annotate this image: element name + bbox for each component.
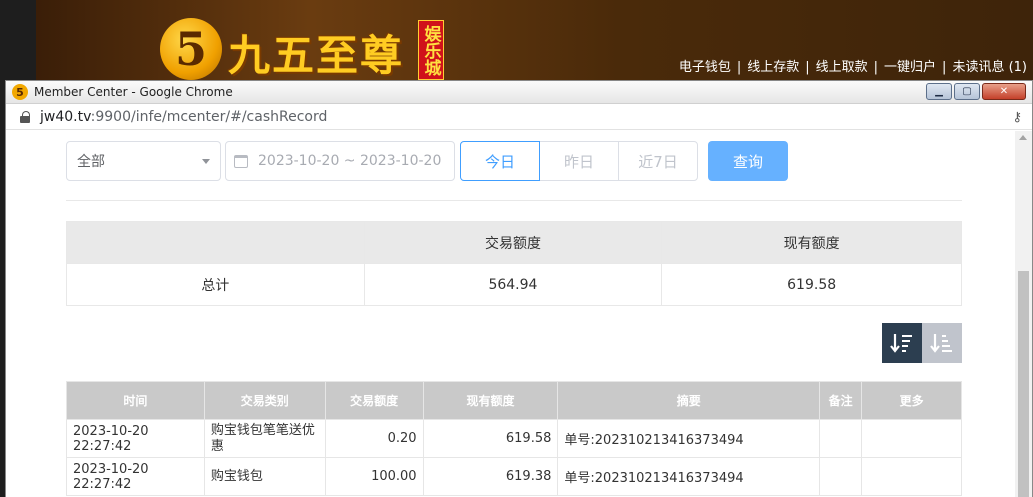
row-summary: 单号:202310213416373494	[557, 419, 821, 458]
site-logo-badge: 娱乐城	[418, 20, 444, 80]
site-header: 5 九五至尊 娱乐城 电子钱包 | 线上存款 | 线上取款 | 一键归户 | 未读讯息 (1)	[0, 0, 1033, 497]
summary-total-label: 总计	[66, 263, 365, 306]
row-more[interactable]	[861, 457, 962, 496]
row-balance: 619.38	[422, 457, 559, 496]
table-row: 2023-10-20 22:27:42 购宝钱包笔笔送优惠 0.20 619.5…	[66, 419, 962, 458]
chrome-window: 5 Member Center - Google Chrome ▁ ▢ ✕ jw…	[5, 80, 1033, 497]
range-7days-button[interactable]: 近7日	[618, 141, 698, 181]
col-amount: 交易额度	[324, 381, 424, 420]
summary-current-amount: 619.58	[661, 263, 962, 306]
vertical-scrollbar[interactable]	[1015, 131, 1032, 497]
maximize-icon[interactable]: ▢	[954, 83, 980, 100]
nav-one-click[interactable]: 一键归户	[884, 60, 936, 75]
row-type: 购宝钱包笔笔送优惠	[203, 419, 326, 458]
chevron-down-icon	[202, 159, 210, 164]
nav-wallet[interactable]: 电子钱包	[679, 60, 731, 75]
page-viewport: 全部 2023-10-20 ~ 2023-10-20 今日 昨日 近7日 查询 …	[6, 131, 1016, 497]
type-select[interactable]: 全部	[66, 141, 221, 181]
lock-icon[interactable]	[20, 110, 30, 123]
date-range-input[interactable]: 2023-10-20 ~ 2023-10-20	[225, 141, 455, 181]
summary-header-trade: 交易额度	[363, 221, 663, 264]
favicon-icon: 5	[12, 84, 28, 100]
calendar-icon	[234, 154, 248, 168]
site-logo-text: 九五至尊	[228, 31, 405, 80]
range-today-button[interactable]: 今日	[460, 141, 540, 181]
range-yesterday-button[interactable]: 昨日	[539, 141, 619, 181]
col-more: 更多	[861, 381, 962, 420]
filter-row: 全部 2023-10-20 ~ 2023-10-20 今日 昨日 近7日 查询	[66, 141, 788, 181]
summary-table: 交易额度 现有额度 总计 564.94 619.58	[66, 221, 962, 306]
window-title: Member Center - Google Chrome	[34, 85, 233, 99]
sort-ascending-icon[interactable]	[922, 323, 962, 363]
summary-header-current: 现有额度	[661, 221, 962, 264]
row-time: 2023-10-20 22:27:42	[66, 457, 205, 496]
row-balance: 619.58	[422, 419, 559, 458]
summary-header-blank	[66, 221, 365, 264]
scroll-up-icon[interactable]	[1019, 135, 1027, 140]
close-icon[interactable]: ✕	[982, 83, 1026, 100]
sort-descending-icon[interactable]	[882, 323, 922, 363]
minimize-icon[interactable]: ▁	[926, 83, 952, 100]
site-logo-icon: 5	[160, 18, 222, 80]
quick-range-group: 今日 昨日 近7日	[460, 141, 698, 181]
summary-trade-amount: 564.94	[363, 263, 663, 306]
query-button[interactable]: 查询	[708, 141, 788, 181]
key-icon[interactable]: ⚷	[1012, 110, 1022, 125]
nav-unread-messages[interactable]: 未读讯息 (1)	[952, 60, 1027, 75]
col-type: 交易类别	[203, 381, 326, 420]
row-time: 2023-10-20 22:27:42	[66, 419, 205, 458]
col-time: 时间	[66, 381, 205, 420]
window-titlebar[interactable]: 5 Member Center - Google Chrome ▁ ▢ ✕	[6, 81, 1032, 104]
nav-withdraw[interactable]: 线上取款	[816, 60, 868, 75]
col-note: 备注	[819, 381, 863, 420]
url-text[interactable]: jw40.tv:9900/infe/mcenter/#/cashRecord	[40, 109, 327, 125]
row-type: 购宝钱包	[203, 457, 326, 496]
nav-deposit[interactable]: 线上存款	[747, 60, 799, 75]
row-note	[819, 419, 863, 458]
row-amount: 0.20	[324, 419, 424, 458]
address-bar[interactable]: jw40.tv:9900/infe/mcenter/#/cashRecord ⚷	[6, 104, 1032, 130]
divider	[66, 200, 962, 201]
row-summary: 单号:202310213416373494	[557, 457, 821, 496]
window-controls: ▁ ▢ ✕	[926, 83, 1026, 100]
record-table: 时间 交易类别 交易额度 现有额度 摘要 备注 更多 2023-10-20 22…	[66, 381, 962, 496]
row-more[interactable]	[861, 419, 962, 458]
col-balance: 现有额度	[422, 381, 559, 420]
row-amount: 100.00	[324, 457, 424, 496]
row-note	[819, 457, 863, 496]
site-nav: 电子钱包 | 线上存款 | 线上取款 | 一键归户 | 未读讯息 (1)	[678, 60, 1027, 75]
col-summary: 摘要	[557, 381, 821, 420]
scrollbar-thumb[interactable]	[1018, 271, 1029, 497]
table-row: 2023-10-20 22:27:42 购宝钱包 100.00 619.38 单…	[66, 457, 962, 496]
sort-controls	[882, 323, 962, 363]
